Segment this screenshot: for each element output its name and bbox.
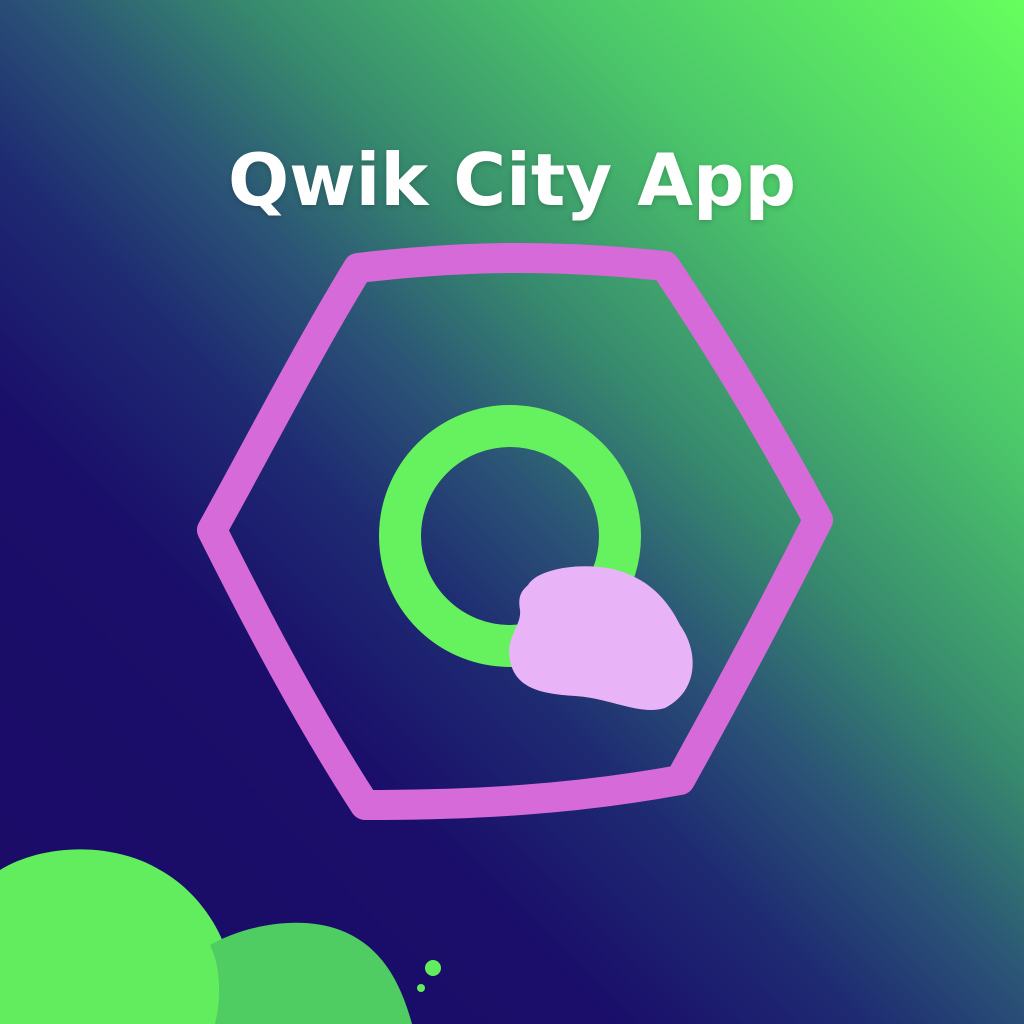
corner-blob-large: [0, 849, 231, 1024]
app-splash-screen: Qwik City App: [0, 0, 1024, 1024]
hexagon-outline-icon: [197, 243, 833, 820]
app-title: Qwik City App: [227, 138, 797, 222]
blob-icon: [509, 566, 693, 711]
corner-blob-small: [210, 922, 412, 1024]
dot-large: [425, 960, 441, 976]
dot-small: [417, 984, 425, 992]
